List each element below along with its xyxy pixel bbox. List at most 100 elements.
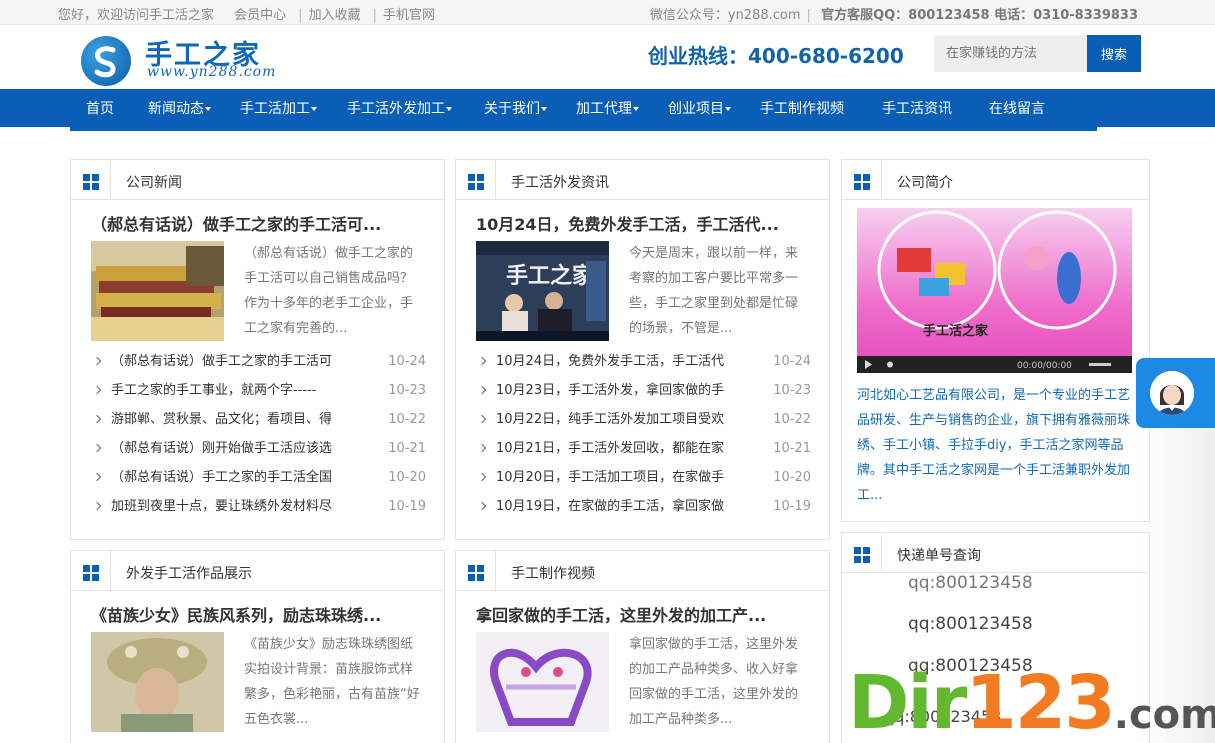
hotline-text: 创业热线：400-680-6200: [648, 44, 904, 68]
chevron-right-icon: [477, 501, 487, 511]
panel-header: 外发手工活作品展示: [71, 551, 444, 591]
top-bar: 您好，欢迎访问手工活之家 会员中心 | 加入收藏 | 手机官网 微信公众号：yn288.…: [0, 0, 1215, 25]
nav-item-home[interactable]: 首页: [86, 89, 114, 127]
chevron-right-icon: [92, 501, 102, 511]
feature-title[interactable]: 10月24日，免费外发手工活，手工活代...: [476, 211, 779, 235]
feature-image[interactable]: [91, 241, 224, 341]
svg-text:手工之家: 手工之家: [506, 263, 595, 289]
customer-service-float[interactable]: [1136, 358, 1215, 428]
panel-title[interactable]: 公司简介: [897, 172, 953, 192]
add-favorite-link[interactable]: 加入收藏: [309, 8, 361, 23]
chevron-right-icon: [477, 356, 487, 366]
panel-title[interactable]: 手工制作视频: [511, 563, 595, 583]
express-line: qq:800123458: [908, 614, 1033, 634]
feature-description: 《苗族少女》励志珠珠绣图纸实拍设计背景：苗族服饰式样繁多，色彩艳丽，古有苗族“好…: [244, 637, 420, 727]
panel-title[interactable]: 公司新闻: [126, 172, 182, 192]
feature-image[interactable]: [476, 632, 609, 732]
nav-item-videos[interactable]: 手工制作视频: [760, 89, 844, 127]
news-list: 10月24日，免费外发手工活，手工活代 10-24 10月23日，手工活外发，拿回…: [476, 347, 811, 521]
panel-header: 公司新闻: [71, 160, 444, 200]
chevron-right-icon: [92, 356, 102, 366]
nav-item-news[interactable]: 新闻动态: [148, 89, 211, 127]
panel-header: 手工制作视频: [456, 551, 829, 591]
nav-item-projects[interactable]: 创业项目: [668, 89, 731, 127]
panel-header: 公司简介: [842, 160, 1149, 200]
express-line: qq:800123458: [908, 573, 1033, 593]
chevron-right-icon: [477, 472, 487, 482]
nav-item-outsource[interactable]: 手工活外发加工: [347, 89, 452, 127]
video-time: 00:00/00:00: [1017, 361, 1072, 371]
grid-icon: [456, 551, 496, 591]
feature-title[interactable]: （郝总有话说）做手工之家的手工活可...: [91, 211, 381, 235]
nav-underline: [70, 127, 1097, 131]
panel-header: 快递单号查询: [842, 533, 1149, 573]
list-item[interactable]: 加班到夜里十点，要让珠绣外发材料尽 10-19: [91, 492, 426, 521]
service-contact-text: 官方客服QQ：800123458 电话：0310-8339833: [821, 8, 1138, 23]
panel-title[interactable]: 快递单号查询: [897, 545, 981, 565]
outsource-news-panel: 手工活外发资讯 10月24日，免费外发手工活，手工活代... 手工之家 今天是周…: [455, 159, 830, 540]
feature-title[interactable]: 拿回家做的手工活，这里外发的加工产...: [476, 602, 766, 626]
list-item[interactable]: （郝总有话说）做手工之家的手工活可 10-24: [91, 347, 426, 376]
list-item[interactable]: 游邯郸、赏秋景、品文化；看项目、得 10-22: [91, 405, 426, 434]
grid-icon: [842, 533, 882, 573]
chevron-right-icon: [92, 385, 102, 395]
caret-down-icon: [725, 107, 731, 111]
videos-panel: 手工制作视频 拿回家做的手工活，这里外发的加工产... 拿回家做的手工活，这里外…: [455, 550, 830, 743]
chevron-right-icon: [477, 385, 487, 395]
customer-service-avatar-icon: [1150, 371, 1194, 415]
panel-title[interactable]: 手工活外发资讯: [511, 172, 609, 192]
chevron-right-icon: [92, 414, 102, 424]
feature-image[interactable]: 手工之家: [476, 241, 609, 341]
list-item[interactable]: 10月24日，免费外发手工活，手工活代 10-24: [476, 347, 811, 376]
works-panel: 外发手工活作品展示 《苗族少女》民族风系列，励志珠珠绣... 《苗族少女》励志珠…: [70, 550, 445, 743]
nav-item-message[interactable]: 在线留言: [989, 89, 1045, 127]
caret-down-icon: [541, 107, 547, 111]
member-center-link[interactable]: 会员中心: [234, 8, 286, 23]
logo-icon[interactable]: [81, 36, 131, 86]
nav-item-agent[interactable]: 加工代理: [576, 89, 639, 127]
intro-text[interactable]: 河北如心工艺品有限公司，是一个专业的手工艺品研发、生产与销售的企业，旗下拥有雅薇…: [857, 383, 1132, 508]
nav-item-handwork[interactable]: 手工活加工: [240, 89, 317, 127]
nav-item-info[interactable]: 手工活资讯: [882, 89, 952, 127]
feature-description: 今天是周末，跟以前一样，来考察的加工客户要比平常多一些，手工之家里到处都是忙碌的…: [629, 246, 799, 336]
logo-url: www.yn288.com: [147, 64, 277, 80]
search-button[interactable]: 搜索: [1087, 35, 1141, 72]
grid-icon: [71, 160, 111, 200]
list-item[interactable]: 10月20日，手工活加工项目，在家做手 10-20: [476, 463, 811, 492]
greeting-text: 您好，欢迎访问手工活之家: [58, 8, 215, 23]
caret-down-icon: [633, 107, 639, 111]
caret-down-icon: [205, 107, 211, 111]
intro-video-player[interactable]: 手工活之家 00:00/00:00: [857, 208, 1132, 373]
feature-description: 拿回家做的手工活，这里外发的加工产品种类多、收入好拿回家做的手工活，这里外发的加…: [629, 637, 799, 727]
list-item[interactable]: （郝总有话说）手工之家的手工活全国 10-20: [91, 463, 426, 492]
list-item[interactable]: 10月22日，纯手工活外发加工项目受欢 10-22: [476, 405, 811, 434]
feature-title[interactable]: 《苗族少女》民族风系列，励志珠珠绣...: [91, 602, 381, 626]
main-nav: 首页 新闻动态 手工活加工 手工活外发加工 关于我们 加工代理 创业项目 手工制…: [0, 89, 1215, 127]
chevron-right-icon: [92, 443, 102, 453]
panel-title[interactable]: 外发手工活作品展示: [126, 563, 252, 583]
list-item[interactable]: 10月19日，在家做的手工活，拿回家做 10-19: [476, 492, 811, 521]
feature-image[interactable]: [91, 632, 224, 732]
chevron-right-icon: [92, 472, 102, 482]
dir123-watermark: Dir123.com: [848, 660, 1215, 743]
grid-icon: [71, 551, 111, 591]
news-list: （郝总有话说）做手工之家的手工活可 10-24 手工之家的手工事业，就两个字---…: [91, 347, 426, 521]
company-intro-panel: 公司简介 手工活之家 00:00/00:00 河北如心工艺品有限公司，是一个专业…: [841, 159, 1150, 522]
grid-icon: [456, 160, 496, 200]
search-input[interactable]: [934, 35, 1087, 72]
video-caption: 手工活之家: [923, 323, 989, 339]
caret-down-icon: [311, 107, 317, 111]
list-item[interactable]: （郝总有话说）刚开始做手工活应该选 10-21: [91, 434, 426, 463]
list-item[interactable]: 10月23日，手工活外发，拿回家做的手 10-23: [476, 376, 811, 405]
chevron-right-icon: [477, 443, 487, 453]
nav-item-about[interactable]: 关于我们: [484, 89, 547, 127]
wechat-text: 微信公众号：yn288.com: [649, 8, 801, 23]
feature-description: （郝总有话说）做手工之家的手工活可以自己销售成品吗？作为十多年的老手工企业，手工…: [244, 246, 414, 336]
caret-down-icon: [446, 107, 452, 111]
grid-icon: [842, 160, 882, 200]
panel-header: 手工活外发资讯: [456, 160, 829, 200]
list-item[interactable]: 手工之家的手工事业，就两个字----- 10-23: [91, 376, 426, 405]
list-item[interactable]: 10月21日，手工活外发回收，都能在家 10-21: [476, 434, 811, 463]
chevron-right-icon: [477, 414, 487, 424]
mobile-site-link[interactable]: 手机官网: [383, 8, 435, 23]
